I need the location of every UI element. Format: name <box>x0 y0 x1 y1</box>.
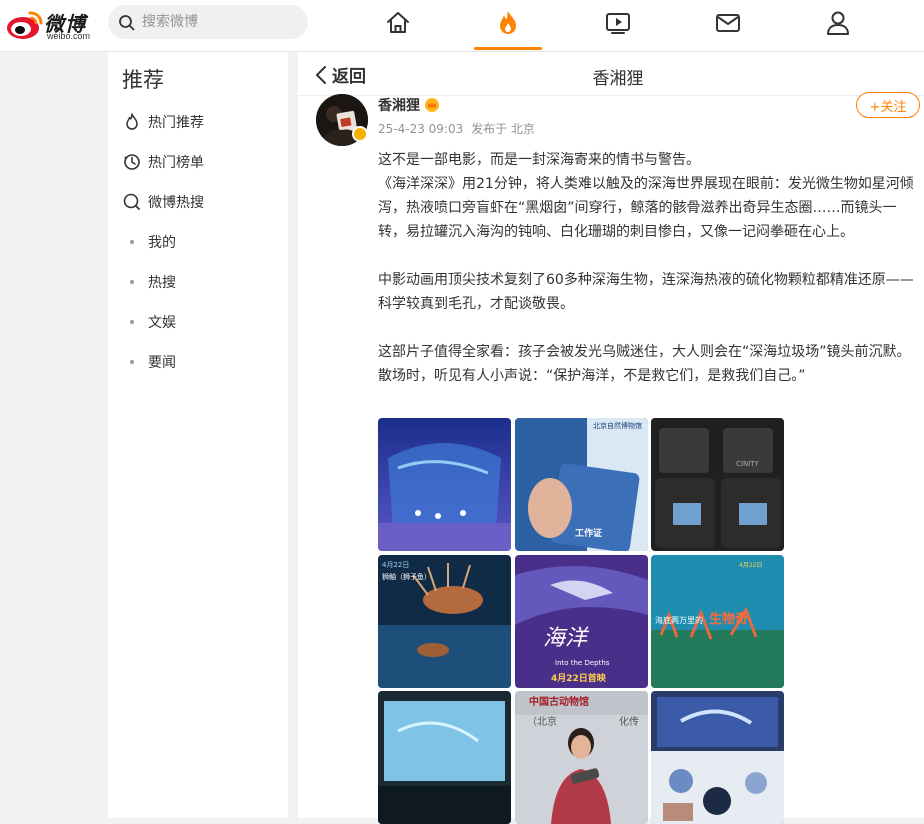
post-image-4[interactable]: 4月22日 狮鲉（狮子鱼） <box>378 555 511 688</box>
sidebar-title: 推荐 <box>122 68 164 92</box>
cinema-seats-image: CINITY <box>651 418 784 551</box>
movie-poster-image: 海洋 Into the Depths 4月22日首映 <box>515 555 648 688</box>
sidebar-item-hot-recommend[interactable]: 热门推荐 <box>122 107 282 137</box>
museum-sign: 中国古动物馆 <box>529 695 589 708</box>
merchandise-booth-image <box>651 691 784 824</box>
author-name-text: 香湘狸 <box>378 98 420 114</box>
museum-pass-image: 北京自然博物馆 工作证 <box>515 418 648 551</box>
image-card-label: 工作证 <box>575 527 602 539</box>
post-paragraph: 这部片子值得全家看：孩子会被发光乌贼迷住，大人则会在“深海垃圾场”镜头前沉默。散… <box>378 344 911 384</box>
post-image-2[interactable]: 北京自然博物馆 工作证 <box>515 418 648 551</box>
verified-badge-icon <box>352 126 368 142</box>
detail-header: 返回 香湘狸 <box>298 52 924 96</box>
premiere-date: 4月22日首映 <box>551 672 607 684</box>
page-title: 香湘狸 <box>592 69 644 89</box>
search-icon <box>119 15 135 31</box>
post-body: 这不是一部电影，而是一封深海寄来的情书与警告。 《海洋深深》用21分钟，将人类难… <box>378 148 916 388</box>
museum-sign-line3: 化传 <box>619 715 639 728</box>
search-input[interactable] <box>142 12 292 32</box>
post-image-1[interactable] <box>378 418 511 551</box>
sidebar-item-label: 热门推荐 <box>148 115 204 131</box>
post-image-8[interactable]: 中国古动物馆 （北京 化传 <box>515 691 648 824</box>
post-paragraph: 中影动画用顶尖技术复刻了60多种深海生物，连深海热液的硫化物颗粒都精准还原——科… <box>378 272 914 312</box>
post-image-5[interactable]: 海洋 Into the Depths 4月22日首映 <box>515 555 648 688</box>
seat-brand-text: CINITY <box>736 460 760 468</box>
left-sidebar: 推荐 热门推荐 热门榜单 微博热搜 我的 热搜 文娱 要闻 <box>108 52 288 818</box>
sidebar-item-entertainment[interactable]: 文娱 <box>122 307 282 337</box>
svg-text:海洋: 海洋 <box>543 626 590 651</box>
museum-sign-line2: （北京 <box>527 715 557 728</box>
exhibition-hall-image <box>378 418 511 551</box>
sidebar-item-label: 要闻 <box>148 355 176 371</box>
search-icon <box>123 193 140 210</box>
video-icon[interactable] <box>604 9 632 37</box>
post-paragraph: 《海洋深深》用21分钟，将人类难以触及的深海世界展现在眼前：发光微生物如星河倾泻… <box>378 176 914 240</box>
sidebar-item-hot-search[interactable]: 微博热搜 <box>122 187 282 217</box>
post-image-3[interactable]: CINITY <box>651 418 784 551</box>
clock-icon <box>124 154 140 170</box>
search-bar[interactable] <box>108 5 308 39</box>
image-caption: 海底两万里的 <box>655 615 703 625</box>
sidebar-item-label: 热门榜单 <box>148 155 204 171</box>
lionfish-exhibit-image: 4月22日 狮鲉（狮子鱼） <box>378 555 511 688</box>
post-image-6[interactable]: 4月22日 海底两万里的 生物奇 <box>651 555 784 688</box>
flame-icon <box>126 113 138 130</box>
weibo-eye-icon <box>7 11 43 39</box>
bullet-dot <box>130 240 134 244</box>
hot-icon[interactable] <box>494 9 522 37</box>
sidebar-item-news[interactable]: 要闻 <box>122 347 282 377</box>
top-bar: 微博 weibo.com <box>0 0 924 52</box>
post-location: 发布于 北京 <box>471 122 535 136</box>
profile-icon[interactable] <box>824 9 852 37</box>
sidebar-item-trending[interactable]: 热搜 <box>122 267 282 297</box>
image-date: 4月22日 <box>739 562 762 569</box>
post-paragraph: 这不是一部电影，而是一封深海寄来的情书与警告。 <box>378 152 700 168</box>
bullet-dot <box>130 320 134 324</box>
sidebar-item-mine[interactable]: 我的 <box>122 227 282 257</box>
image-species-label: 狮鲉（狮子鱼） <box>382 572 431 581</box>
sidebar-item-label: 我的 <box>148 235 176 251</box>
image-highlight: 生物奇 <box>709 611 748 627</box>
post-detail-panel: 返回 香湘狸 香湘狸 25-4-23 09:03 发布于 北京 +关注 这不是一… <box>298 52 924 824</box>
vip-crown-icon <box>425 98 439 112</box>
post-date: 25-4-23 09:03 <box>378 122 464 136</box>
follow-button[interactable]: +关注 <box>856 92 920 118</box>
coral-reef-image: 4月22日 海底两万里的 生物奇 <box>651 555 784 688</box>
logo-domain: weibo.com <box>47 31 91 41</box>
post-meta: 25-4-23 09:03 发布于 北京 <box>378 120 535 137</box>
home-icon[interactable] <box>384 9 412 37</box>
bullet-dot <box>130 280 134 284</box>
image-date: 4月22日 <box>382 561 409 569</box>
post-image-9[interactable] <box>651 691 784 824</box>
image-caption: 北京自然博物馆 <box>593 421 642 430</box>
message-icon[interactable] <box>714 9 742 37</box>
sidebar-item-label: 文娱 <box>148 315 176 331</box>
poster-subtitle: Into the Depths <box>555 659 610 667</box>
speaker-image: 中国古动物馆 （北京 化传 <box>515 691 648 824</box>
author-name[interactable]: 香湘狸 <box>378 95 440 115</box>
sidebar-item-hot-list[interactable]: 热门榜单 <box>122 147 282 177</box>
bullet-dot <box>130 360 134 364</box>
active-tab-indicator <box>474 47 542 50</box>
screening-hall-image <box>378 691 511 824</box>
sidebar-item-label: 微博热搜 <box>148 195 204 211</box>
sidebar-item-label: 热搜 <box>148 275 176 291</box>
weibo-logo[interactable]: 微博 weibo.com <box>6 5 98 43</box>
post-image-7[interactable] <box>378 691 511 824</box>
